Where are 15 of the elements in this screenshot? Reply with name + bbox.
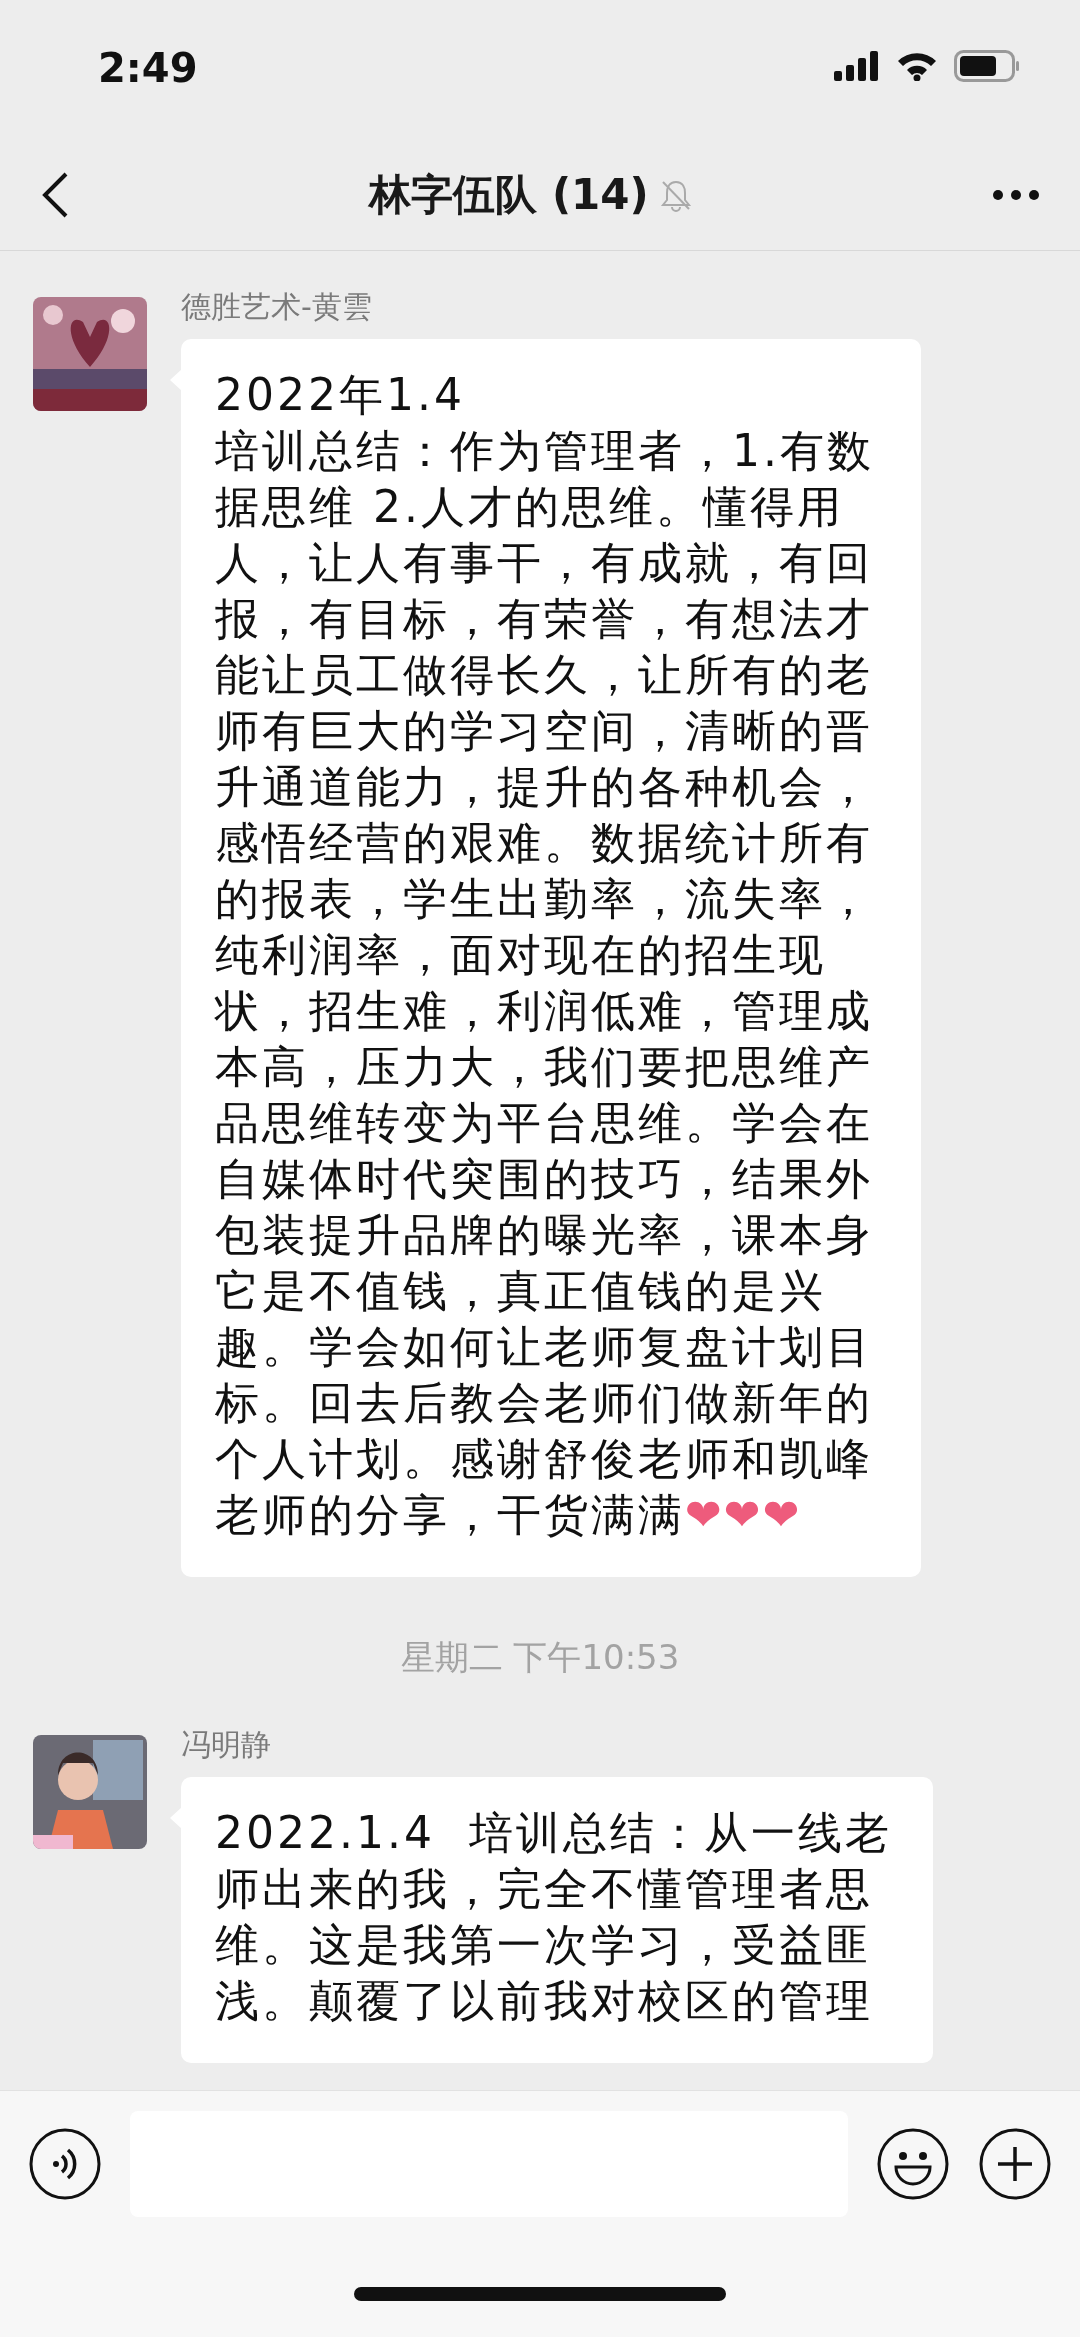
wifi-icon bbox=[896, 51, 938, 81]
chat-title: 林字伍队 (14) bbox=[369, 169, 649, 221]
battery-icon bbox=[954, 50, 1020, 82]
timestamp: 星期二 下午10:53 bbox=[400, 1636, 680, 1679]
smiley-icon[interactable] bbox=[876, 2127, 950, 2201]
back-icon[interactable] bbox=[40, 170, 70, 220]
voice-icon[interactable] bbox=[28, 2127, 102, 2201]
sender-name: 冯明静 bbox=[181, 1727, 272, 1763]
more-icon[interactable] bbox=[992, 189, 1040, 201]
message-text: 2022年1.4 培训总结：作为管理者，1.有数据思维 2.人才的思维。懂得用人，让人有事干，有成就，有回报，有目标，有荣誉，有想法才能让员工做得长久，让所有的老师有巨大的学习空间，清晰的晋升通道能力，提升的各种机会，感悟经营的艰难。数据统计所有的报表，学生出勤率，流失率，纯利润率，面对现在的招生现状，招生难，利润低难，管理成本高，压力大，我们要把思维产品思维转变为平台思维。学会在自媒体时代突围的技巧，结果外包装提升品牌的曝光率，课本身它是不值钱，真正值钱的是兴趣。学会如何让老师复盘计划目标。回去后教会老师们做新年的个人计划。感谢舒俊老师和凯峰老师的分享，干货满满❤❤❤ bbox=[215, 369, 874, 1540]
status-time: 2:49 bbox=[98, 44, 198, 91]
signal-icon bbox=[834, 51, 880, 81]
message-text: 2022.1.4 培训总结：从一线老师出来的我，完全不懂管理者思维。这是我第一次学习，受益匪浅。颠覆了以前我对校区的管理 bbox=[215, 1807, 892, 2026]
sender-name: 德胜艺术-黄雲 bbox=[181, 289, 373, 325]
plus-icon[interactable] bbox=[978, 2127, 1052, 2201]
